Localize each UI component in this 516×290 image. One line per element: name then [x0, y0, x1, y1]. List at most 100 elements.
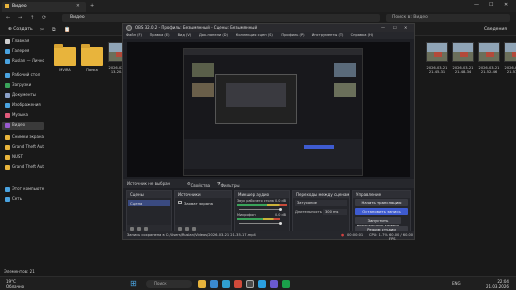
obs-menu-item[interactable]: Вид (V)	[178, 33, 192, 37]
pc-icon	[5, 187, 10, 192]
sidebar-item[interactable]: Главная	[2, 38, 44, 46]
language-indicator[interactable]: ENG	[452, 281, 461, 286]
close-tab-icon[interactable]: ✕	[76, 4, 80, 9]
video-thumbnail[interactable]	[452, 42, 474, 62]
search-field[interactable]: Поиск в: Видео	[386, 14, 510, 22]
audio-mixer-dock: Микшер аудио Звук рабочего стола 0.0 dB …	[234, 190, 290, 234]
obs-menu-item[interactable]: Коллекция сцен (S)	[236, 33, 273, 37]
tab-videos[interactable]: Видео ✕	[2, 2, 86, 12]
channel-1-volume-slider[interactable]	[239, 209, 281, 210]
file-name: 2026-03-21 21-52-46	[478, 66, 500, 74]
file-explorer-icon[interactable]	[198, 280, 206, 288]
discord-icon[interactable]	[270, 280, 278, 288]
nested-thumb	[334, 83, 356, 97]
video-thumbnail[interactable]	[426, 42, 448, 62]
folder-icon	[5, 135, 10, 140]
filters-button[interactable]: ⧩ Фильтры	[217, 181, 240, 188]
channel-1-db: 0.0 dB	[275, 199, 286, 203]
nested-thumb	[192, 63, 214, 77]
preview-deepest-screen	[215, 74, 297, 124]
create-button[interactable]: ⊕ Создать	[8, 27, 33, 32]
channel-1-name: Звук рабочего стола	[237, 199, 274, 203]
store-icon[interactable]	[222, 280, 230, 288]
item-count: Элементов: 21	[4, 269, 35, 274]
sidebar-item[interactable]: Документы	[2, 92, 44, 100]
sidebar-item[interactable]: Изображения	[2, 102, 44, 110]
obs-preview[interactable]	[127, 42, 410, 177]
chrome-icon[interactable]	[234, 280, 242, 288]
weather-widget[interactable]: 19°C Облачно	[6, 279, 24, 289]
source-item[interactable]: Захват экрана	[176, 200, 231, 206]
thumb-car	[486, 52, 494, 57]
scene-item[interactable]: Сцена	[128, 200, 170, 206]
source-item-label: Захват экрана	[184, 201, 213, 206]
sidebar-item[interactable]: Галерея	[2, 48, 44, 56]
maximize-icon[interactable]: ☐	[489, 2, 493, 8]
sidebar-item[interactable]: Снимки экрана	[2, 134, 44, 142]
sidebar-item[interactable]: Grand Theft Auto	[2, 164, 44, 172]
taskbar-search[interactable]: Поиск	[146, 280, 192, 288]
duration-input[interactable]: 300 ms	[323, 209, 347, 215]
obs-menu-item[interactable]: Справка (H)	[351, 33, 373, 37]
channel-1-volume-knob[interactable]	[279, 208, 282, 211]
copy-icon[interactable]: ⧉	[52, 27, 56, 33]
create-label: Создать	[13, 27, 33, 32]
sidebar-item-label: Главная	[12, 38, 30, 43]
sidebar-item-label: Ruslan — Личное	[12, 58, 44, 63]
channel-2-volume-slider[interactable]	[239, 223, 281, 224]
obs-close-icon[interactable]: ✕	[404, 25, 407, 30]
sidebar-item[interactable]: Сеть	[2, 196, 44, 204]
file-name: 2026-03-21 21-45-31	[426, 66, 448, 74]
sidebar-item[interactable]: NUST	[2, 154, 44, 162]
start-icon[interactable]: ⊞	[130, 279, 137, 288]
close-window-icon[interactable]: ✕	[504, 2, 508, 8]
sidebar-item[interactable]: Grand Theft Auto	[2, 144, 44, 152]
telegram-icon[interactable]	[258, 280, 266, 288]
video-thumbnail[interactable]	[504, 42, 516, 62]
clock[interactable]: 22:04 21.03.2026	[486, 279, 509, 289]
channel-2-volume-knob[interactable]	[279, 222, 282, 225]
path-field[interactable]: Видео	[62, 14, 380, 22]
paste-icon[interactable]: 📋	[64, 27, 70, 33]
sidebar-item[interactable]: Ruslan — Личное	[2, 58, 44, 66]
obs-menu-item[interactable]: Правка (E)	[150, 33, 170, 37]
stop-recording-button[interactable]: Остановить запись	[355, 208, 408, 215]
obs-maximize-icon[interactable]: ☐	[393, 25, 397, 30]
forward-icon[interactable]: →	[18, 15, 22, 21]
back-icon[interactable]: ←	[6, 15, 10, 21]
sidebar-item[interactable]: Этот компьютер	[2, 186, 44, 194]
steam-icon[interactable]	[282, 280, 290, 288]
obs-minimize-icon[interactable]: —	[381, 25, 385, 30]
sidebar-item[interactable]: Загрузки	[2, 82, 44, 90]
edge-icon[interactable]	[210, 280, 218, 288]
sidebar-item-label: Видео	[12, 122, 26, 127]
obs-menu-item[interactable]: Файл (F)	[126, 33, 142, 37]
transition-select[interactable]: Затухание	[295, 200, 347, 206]
obs-taskbar-icon[interactable]	[246, 280, 254, 288]
obs-menu-item[interactable]: Док-панели (D)	[199, 33, 228, 37]
sidebar-item-label: Галерея	[12, 48, 30, 53]
obs-menu-item[interactable]: Инструменты (T)	[312, 33, 344, 37]
sources-dock: Источники Захват экрана	[174, 190, 232, 234]
sidebar-item[interactable]: Видео	[2, 122, 44, 130]
new-tab-icon[interactable]: +	[90, 3, 94, 9]
up-icon[interactable]: ↑	[30, 15, 34, 21]
start-streaming-button[interactable]: Начать трансляцию	[355, 199, 408, 206]
thumb-car	[460, 52, 468, 57]
refresh-icon[interactable]: ⟳	[42, 15, 46, 21]
folder-icon	[5, 155, 10, 160]
obs-titlebar: OBS 32.0.2 - Профиль: Безымянный - Сцены…	[123, 24, 414, 32]
sidebar-item[interactable]: Музыка	[2, 112, 44, 120]
thumb-sky	[453, 43, 473, 52]
cut-icon[interactable]: ✂	[40, 27, 44, 33]
virtual-camera-button[interactable]: Запустить виртуальную камеру	[355, 217, 401, 228]
obs-menu-item[interactable]: Профиль (P)	[281, 33, 304, 37]
folder-icon[interactable]	[81, 44, 103, 66]
sidebar-item[interactable]: Рабочий стол	[2, 72, 44, 80]
properties-button[interactable]: ⚙ Свойства	[187, 181, 210, 188]
minimize-icon[interactable]: —	[474, 2, 479, 8]
thumb-car	[434, 52, 442, 57]
folder-icon[interactable]	[54, 44, 76, 66]
video-thumbnail[interactable]	[478, 42, 500, 62]
details-button[interactable]: Сведения	[484, 27, 507, 32]
